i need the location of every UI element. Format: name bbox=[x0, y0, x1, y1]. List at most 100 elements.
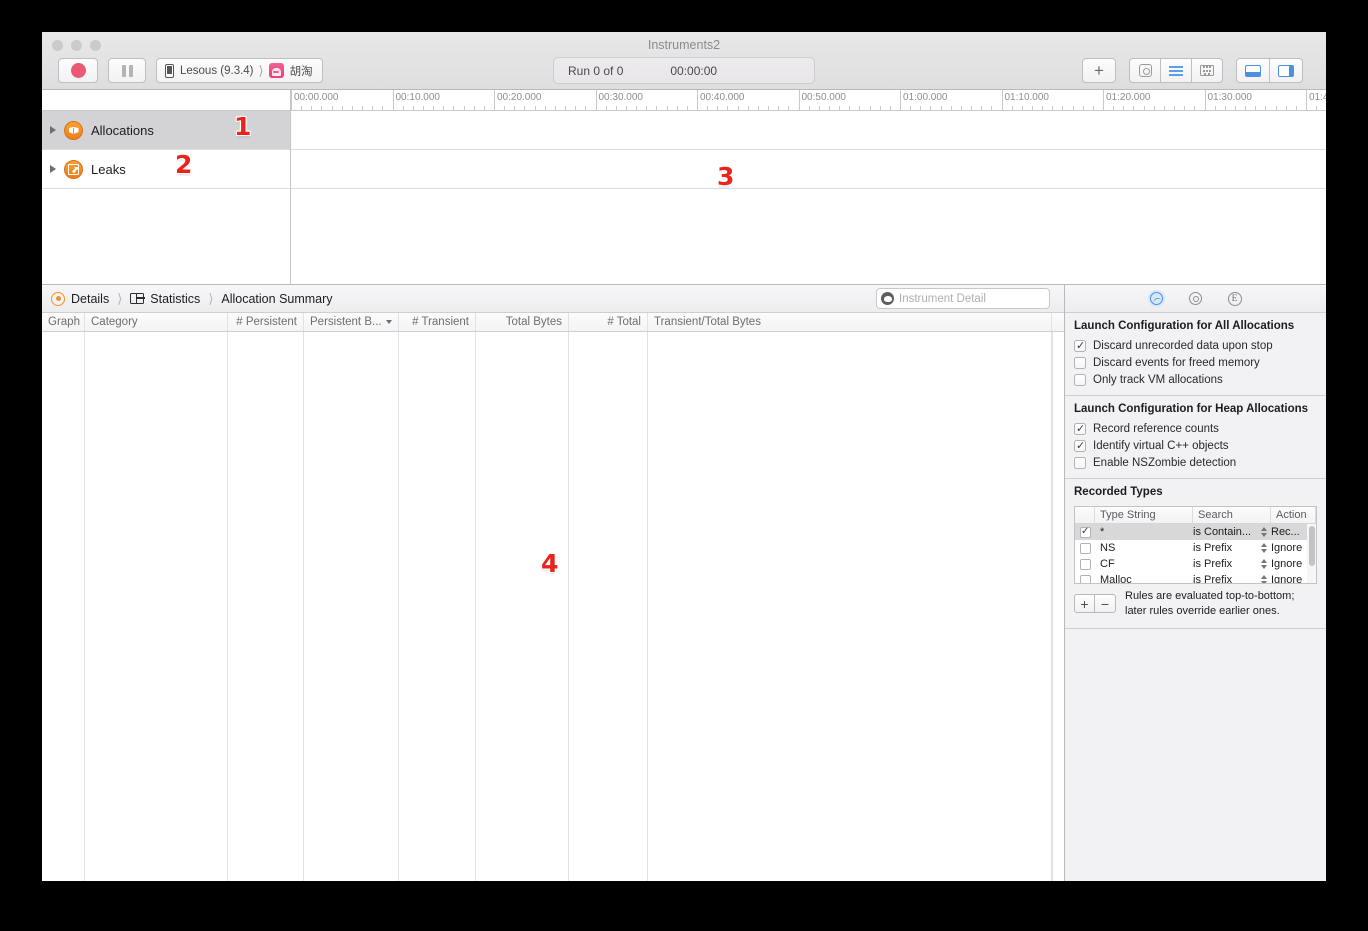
option-discard-unrecorded[interactable]: Discard unrecorded data upon stop bbox=[1065, 337, 1326, 354]
chevron-down-icon[interactable] bbox=[386, 320, 392, 324]
checkbox[interactable] bbox=[1074, 422, 1086, 436]
option-nszombie[interactable]: Enable NSZombie detection bbox=[1065, 454, 1326, 471]
search-cell[interactable]: is Prefix bbox=[1193, 542, 1271, 554]
row-checkbox-cell[interactable] bbox=[1075, 574, 1095, 583]
header-action[interactable]: Action bbox=[1271, 507, 1316, 523]
ruler-minor-tick bbox=[331, 106, 333, 110]
checkbox[interactable] bbox=[1079, 558, 1091, 570]
stepper-icon[interactable] bbox=[1261, 559, 1267, 569]
toolbar: Lesous (9.3.4) ⟩ 胡淘 Run 0 of 0 00:00:00 … bbox=[42, 55, 1326, 87]
instrument-tracks[interactable] bbox=[291, 111, 1326, 284]
extended-detail-tab[interactable]: E bbox=[1226, 290, 1243, 307]
target-selector[interactable]: Lesous (9.3.4) ⟩ 胡淘 bbox=[156, 58, 323, 83]
option-only-vm[interactable]: Only track VM allocations bbox=[1065, 371, 1326, 388]
table-body[interactable] bbox=[42, 332, 1064, 881]
instrument-list: Allocations Leaks bbox=[42, 111, 291, 284]
column-header-persistent[interactable]: # Persistent bbox=[228, 313, 304, 331]
add-rule-button[interactable]: + bbox=[1074, 594, 1095, 614]
header-type-string[interactable]: Type String bbox=[1095, 507, 1193, 523]
column-header-category[interactable]: Category bbox=[85, 313, 228, 331]
instrument-detail-search[interactable]: Instrument Detail bbox=[876, 288, 1050, 309]
toggle-right-panel-button[interactable] bbox=[1269, 58, 1303, 83]
recorded-type-row[interactable]: CF is Prefix Ignore bbox=[1075, 556, 1316, 572]
checkbox[interactable] bbox=[1074, 356, 1086, 369]
row-checkbox-cell[interactable] bbox=[1075, 558, 1095, 570]
breadcrumb-statistics[interactable]: Statistics bbox=[130, 292, 200, 306]
type-string-cell[interactable]: CF bbox=[1095, 558, 1193, 570]
option-record-refcounts[interactable]: Record reference counts bbox=[1065, 420, 1326, 437]
header-search[interactable]: Search bbox=[1193, 507, 1271, 523]
ruler-minor-tick bbox=[1011, 106, 1013, 110]
table-vertical-scrollbar[interactable] bbox=[1052, 332, 1064, 881]
keypad-view-button[interactable] bbox=[1191, 58, 1223, 83]
search-cell[interactable]: is Prefix bbox=[1193, 574, 1271, 583]
checkbox[interactable] bbox=[1074, 439, 1086, 453]
recorded-type-row[interactable]: NS is Prefix Ignore bbox=[1075, 540, 1316, 556]
toggle-bottom-panel-button[interactable] bbox=[1236, 58, 1270, 83]
checkbox[interactable] bbox=[1079, 542, 1091, 554]
option-discard-freed[interactable]: Discard events for freed memory bbox=[1065, 354, 1326, 371]
disclosure-triangle-icon[interactable] bbox=[50, 165, 56, 173]
stepper-icon[interactable] bbox=[1261, 543, 1267, 553]
keypad-icon bbox=[1200, 65, 1214, 76]
column-header-total[interactable]: # Total bbox=[569, 313, 648, 331]
column-header-graph[interactable]: Graph bbox=[42, 313, 85, 331]
all-allocations-section: Launch Configuration for All Allocations… bbox=[1065, 313, 1326, 396]
ruler-minor-tick bbox=[473, 106, 475, 110]
disclosure-triangle-icon[interactable] bbox=[50, 126, 56, 134]
add-instrument-button[interactable]: + bbox=[1082, 58, 1116, 83]
option-identify-cpp[interactable]: Identify virtual C++ objects bbox=[1065, 437, 1326, 454]
annotation-marker-4: 4 bbox=[541, 549, 559, 578]
row-checkbox-cell[interactable] bbox=[1075, 525, 1095, 538]
ruler-minor-tick bbox=[727, 106, 729, 110]
record-button[interactable] bbox=[58, 58, 98, 83]
scrollbar-thumb[interactable] bbox=[1308, 526, 1315, 566]
record-icon bbox=[70, 63, 86, 78]
remove-rule-button[interactable]: − bbox=[1095, 594, 1116, 614]
breadcrumb-details[interactable]: Details bbox=[51, 291, 109, 306]
type-string-cell[interactable]: Malloc bbox=[1095, 574, 1193, 583]
recorded-types-table[interactable]: Type String Search Action *is Contain...… bbox=[1074, 506, 1317, 584]
ruler-minor-tick bbox=[341, 106, 343, 110]
recorded-types-scrollbar[interactable] bbox=[1307, 524, 1316, 583]
pause-button[interactable] bbox=[108, 58, 146, 83]
ruler-label: 01:00.000 bbox=[903, 92, 948, 103]
filter-icon bbox=[881, 292, 894, 305]
instrument-row-allocations[interactable]: Allocations bbox=[42, 111, 290, 150]
checkbox[interactable] bbox=[1074, 456, 1086, 469]
column-header-persistent-b[interactable]: Persistent B... bbox=[304, 313, 399, 331]
checkbox[interactable] bbox=[1074, 339, 1086, 353]
row-checkbox-cell[interactable] bbox=[1075, 542, 1095, 554]
chevron-right-icon: ⟩ bbox=[117, 290, 123, 306]
column-header-total-bytes[interactable]: Total Bytes bbox=[476, 313, 569, 331]
column-header-transient-total-bytes[interactable]: Transient/Total Bytes bbox=[648, 313, 1052, 331]
type-string-cell[interactable]: * bbox=[1095, 526, 1193, 538]
stepper-icon[interactable] bbox=[1261, 527, 1267, 537]
table-header[interactable]: Graph Category # Persistent Persistent B...… bbox=[42, 313, 1064, 332]
ruler-minor-tick bbox=[1062, 106, 1064, 110]
option-label: Only track VM allocations bbox=[1093, 373, 1223, 386]
column-header-transient[interactable]: # Transient bbox=[399, 313, 476, 331]
type-string-cell[interactable]: NS bbox=[1095, 542, 1193, 554]
ruler-minor-tick bbox=[1316, 106, 1318, 110]
search-cell[interactable]: is Prefix bbox=[1193, 558, 1271, 570]
stepper-icon[interactable] bbox=[1261, 575, 1267, 583]
recorded-type-row[interactable]: *is Contain... Rec... bbox=[1075, 524, 1316, 540]
recorded-type-row[interactable]: Malloc is Prefix Ignore bbox=[1075, 572, 1316, 583]
checkbox[interactable] bbox=[1079, 574, 1091, 583]
recorded-types-header: Type String Search Action bbox=[1075, 507, 1316, 524]
breadcrumb-allocation-summary[interactable]: Allocation Summary bbox=[221, 292, 332, 306]
checkbox[interactable] bbox=[1074, 373, 1086, 386]
display-settings-tab[interactable] bbox=[1187, 290, 1204, 307]
run-status-field[interactable]: Run 0 of 0 00:00:00 bbox=[553, 57, 815, 84]
ruler-minor-tick bbox=[1285, 106, 1287, 110]
checkbox[interactable] bbox=[1079, 525, 1091, 538]
instrument-row-leaks[interactable]: Leaks bbox=[42, 150, 290, 189]
record-settings-tab[interactable] bbox=[1148, 290, 1165, 307]
list-view-button[interactable] bbox=[1160, 58, 1192, 83]
wave-circle-icon bbox=[1150, 292, 1163, 305]
search-cell[interactable]: is Contain... bbox=[1193, 526, 1271, 538]
timeline-ruler[interactable]: 00:00.000 00:10.000 00:20.000 00:30.000 00:4… bbox=[291, 90, 1326, 111]
library-button[interactable] bbox=[1129, 58, 1161, 83]
search-value: is Contain... bbox=[1193, 526, 1252, 538]
